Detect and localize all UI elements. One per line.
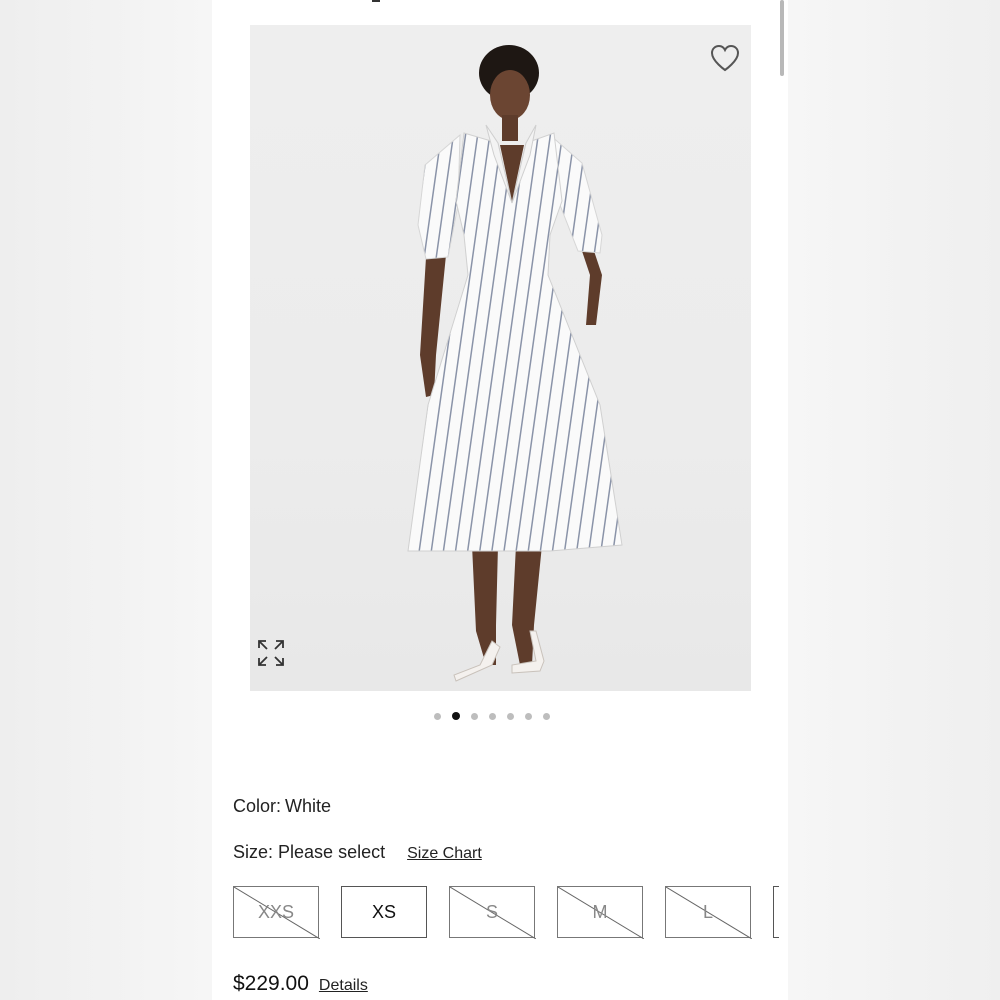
gallery-dot[interactable] [434, 713, 441, 720]
size-option-s[interactable]: S [449, 886, 536, 939]
header-fragment [372, 0, 380, 2]
size-option-xs[interactable]: XS [341, 886, 427, 938]
size-option-label: XS [371, 901, 396, 922]
model-illustration [407, 45, 623, 682]
size-label: Size: [233, 842, 274, 862]
expand-arrows-icon[interactable] [256, 638, 286, 668]
size-option-label: M [592, 901, 608, 922]
scrollbar[interactable] [780, 0, 784, 76]
gallery-dot[interactable] [543, 713, 550, 720]
gallery-dot[interactable] [507, 713, 514, 720]
backdrop-left [0, 0, 212, 1000]
size-option-label: S [485, 901, 498, 922]
size-option-next[interactable] [773, 886, 779, 938]
size-option-m[interactable]: M [557, 886, 644, 939]
gallery-dot[interactable] [525, 713, 532, 720]
size-option-label: XXS [257, 901, 295, 922]
favorite-heart-icon[interactable] [709, 43, 741, 73]
price: $229.00 [233, 972, 309, 995]
gallery-dot[interactable] [489, 713, 496, 720]
size-chart-link[interactable]: Size Chart [407, 845, 482, 863]
size-option-label: L [702, 901, 713, 922]
details-link[interactable]: Details [319, 977, 368, 995]
size-option-l[interactable]: L [665, 886, 752, 939]
gallery-dot[interactable] [471, 713, 478, 720]
size-option-xxs[interactable]: XXS [233, 886, 320, 939]
gallery-pagination [212, 711, 788, 723]
price-row: $229.00 Details [233, 972, 368, 996]
size-selection: Size: Please select Size Chart [233, 842, 482, 863]
backdrop-right [788, 0, 1000, 1000]
color-label: Color: [233, 796, 282, 816]
color-value: White [285, 796, 332, 816]
gallery-dot[interactable] [452, 712, 460, 720]
product-page: Color: White Size: Please select Size Cha… [212, 0, 788, 1000]
product-image[interactable] [250, 25, 751, 691]
size-value: Please select [278, 842, 386, 862]
color-selection: Color: White [233, 796, 331, 817]
size-options: XXS XS S M L [233, 886, 779, 939]
